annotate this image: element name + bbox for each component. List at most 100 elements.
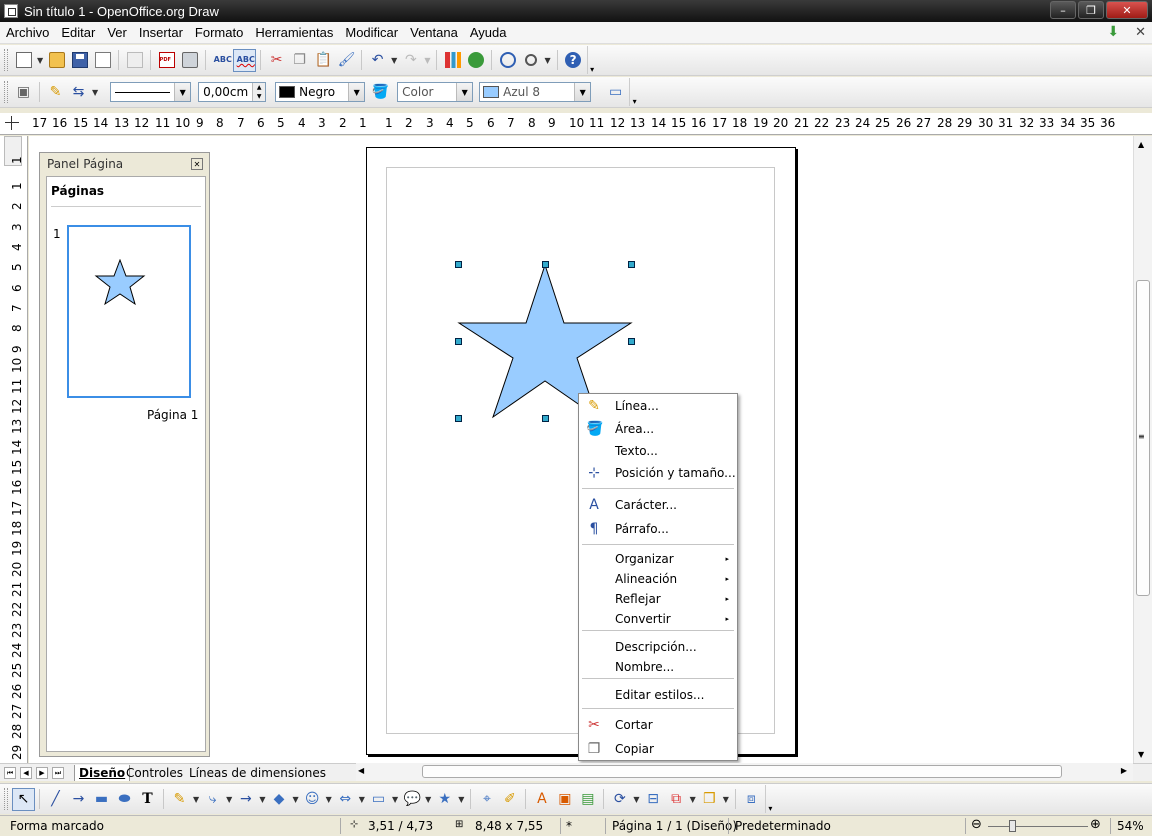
line-style-dropdown-arrow[interactable]: ▼	[174, 83, 191, 101]
fontwork-button[interactable]: A	[530, 788, 553, 811]
horizontal-scrollbar[interactable]: ◀ ▶	[356, 763, 1133, 781]
styles-button[interactable]: ▣	[12, 81, 35, 104]
basic-shapes-button[interactable]: ◆	[267, 788, 290, 811]
glue-points-button[interactable]: ✐	[498, 788, 521, 811]
selection-handle-top[interactable]	[542, 261, 549, 268]
menu-ventana[interactable]: Ventana	[404, 25, 464, 40]
new-document-button[interactable]	[12, 49, 35, 72]
menu-archivo[interactable]: Archivo	[0, 25, 55, 40]
block-arrows-button[interactable]: ⇔	[334, 788, 357, 811]
rotate-dropdown-arrow[interactable]: ▼	[633, 795, 639, 804]
selection-handle-top-left[interactable]	[455, 261, 462, 268]
menu-editar[interactable]: Editar	[55, 25, 101, 40]
edit-file-button[interactable]	[123, 49, 146, 72]
context-item-14[interactable]: ❐ Copiar	[579, 739, 737, 759]
area-color-dropdown-arrow[interactable]: ▼	[574, 83, 591, 101]
selection-handle-bottom[interactable]	[542, 415, 549, 422]
save-button[interactable]	[68, 49, 91, 72]
ruler-corner-icon[interactable]	[4, 116, 20, 132]
zoom-slider-knob[interactable]	[1009, 820, 1016, 832]
navigator-button[interactable]	[496, 49, 519, 72]
menu-ver[interactable]: Ver	[101, 25, 133, 40]
select-tool-button[interactable]: ↖	[12, 787, 35, 811]
status-modified[interactable]: *	[566, 819, 572, 833]
page-thumbnail[interactable]	[67, 225, 191, 398]
horizontal-scroll-thumb[interactable]	[422, 765, 1062, 778]
zoom-button[interactable]	[519, 49, 542, 72]
first-tab-icon[interactable]: ⏮	[4, 767, 16, 779]
context-item-3[interactable]: ⊹ Posición y tamaño...	[579, 463, 737, 483]
flowchart-button[interactable]: ▭	[367, 788, 390, 811]
line-width-spinner[interactable]: ▲ ▼	[252, 83, 266, 101]
stars-dropdown-arrow[interactable]: ▼	[458, 795, 464, 804]
copy-button[interactable]: ❐	[288, 49, 311, 72]
line-color-dropdown-arrow[interactable]: ▼	[348, 83, 365, 101]
scroll-up-icon[interactable]: ▲	[1138, 140, 1144, 149]
last-tab-icon[interactable]: ⏭	[52, 767, 64, 779]
toolbar-overflow-arrow[interactable]: ▾	[764, 785, 775, 813]
toolbar-overflow-arrow[interactable]: ▾	[586, 46, 597, 74]
stars-button[interactable]: ★	[433, 788, 456, 811]
context-item-4[interactable]: A Carácter...	[579, 495, 737, 515]
scroll-down-icon[interactable]: ▼	[1138, 750, 1144, 759]
close-panel-icon[interactable]: ✕	[191, 158, 203, 170]
area-style-combo[interactable]: Color ▼	[397, 82, 474, 102]
arrow-style-button[interactable]: ⇆	[67, 81, 90, 104]
callouts-button[interactable]: 💬	[400, 788, 423, 811]
context-item-6[interactable]: Organizar ▸	[579, 549, 737, 569]
scroll-left-icon[interactable]: ◀	[358, 766, 364, 775]
menu-herramientas[interactable]: Herramientas	[249, 25, 339, 40]
arrange-dropdown-arrow[interactable]: ▼	[690, 795, 696, 804]
autospellcheck-button[interactable]: ABC	[233, 48, 257, 72]
points-button[interactable]: ⌖	[475, 788, 498, 811]
context-item-13[interactable]: ✂ Cortar	[579, 715, 737, 735]
context-item-2[interactable]: Texto...	[579, 441, 737, 461]
context-item-5[interactable]: ¶ Párrafo...	[579, 519, 737, 539]
ellipse-tool-button[interactable]: ⬬	[113, 788, 136, 811]
context-item-7[interactable]: Alineación ▸	[579, 569, 737, 589]
basic-shapes-dropdown-arrow[interactable]: ▼	[292, 795, 298, 804]
selection-handle-left[interactable]	[455, 338, 462, 345]
context-item-9[interactable]: Convertir ▸	[579, 609, 737, 629]
toggle-extrusion-button[interactable]: ⧈	[740, 788, 763, 811]
menu-formato[interactable]: Formato	[189, 25, 249, 40]
horizontal-ruler[interactable]: 17 16 15 14 13 12 11 10 9 8 7 6 5 4 3 2 1 1 2 3 4 5 6 7 8 9 10 11 12…	[0, 113, 1152, 135]
toolbar-grip[interactable]	[4, 81, 8, 103]
paste-button[interactable]: 📋	[311, 49, 334, 72]
connector-tool-button[interactable]: ⤷	[201, 788, 224, 811]
context-item-12[interactable]: Editar estilos...	[579, 685, 737, 705]
area-style-dropdown-arrow[interactable]: ▼	[456, 83, 473, 101]
arrow-line-tool-button[interactable]: →	[67, 788, 90, 811]
alignment-button[interactable]: ⊟	[642, 788, 665, 811]
gallery-drawbar-button[interactable]: ▤	[576, 788, 599, 811]
export-pdf-button[interactable]	[155, 49, 178, 72]
app-icon[interactable]	[4, 4, 18, 18]
line-button[interactable]: ✎	[44, 81, 67, 104]
flowchart-dropdown-arrow[interactable]: ▼	[392, 795, 398, 804]
gallery-button[interactable]	[464, 49, 487, 72]
lines-arrows-tool-button[interactable]: →	[234, 788, 257, 811]
close-window-button[interactable]: ✕	[1106, 1, 1148, 19]
curve-dropdown-arrow[interactable]: ▼	[193, 795, 199, 804]
email-button[interactable]	[91, 49, 114, 72]
arrange-button[interactable]: ⧉	[665, 788, 688, 811]
new-dropdown-arrow[interactable]: ▼	[37, 56, 43, 65]
toolbar-grip[interactable]	[4, 49, 8, 71]
vertical-scrollbar[interactable]: ▲ ≡ ▼	[1133, 136, 1152, 763]
print-button[interactable]	[178, 49, 201, 72]
vertical-ruler[interactable]: 1 1 2 3 4 5 6 7 8 9 10 11 12 13 14 15 16 17 18 19 20 21 22 23 24…	[0, 136, 28, 763]
next-tab-icon[interactable]: ▶	[36, 767, 48, 779]
redo-dropdown-arrow[interactable]: ▼	[424, 56, 430, 65]
selection-handle-top-right[interactable]	[628, 261, 635, 268]
arrow-style-dropdown-arrow[interactable]: ▼	[92, 88, 98, 97]
from-file-button[interactable]: ▣	[553, 788, 576, 811]
zoom-in-icon[interactable]: ⊕	[1090, 817, 1101, 832]
context-item-11[interactable]: Nombre...	[579, 657, 737, 677]
line-color-combo[interactable]: Negro ▼	[275, 82, 366, 102]
selection-handle-right[interactable]	[628, 338, 635, 345]
zoom-out-icon[interactable]: ⊖	[971, 817, 982, 832]
redo-button[interactable]: ↷	[399, 49, 422, 72]
tab-lineas-dimensiones[interactable]: Líneas de dimensiones	[185, 765, 330, 781]
area-color-combo[interactable]: Azul 8 ▼	[479, 82, 592, 102]
context-item-8[interactable]: Reflejar ▸	[579, 589, 737, 609]
